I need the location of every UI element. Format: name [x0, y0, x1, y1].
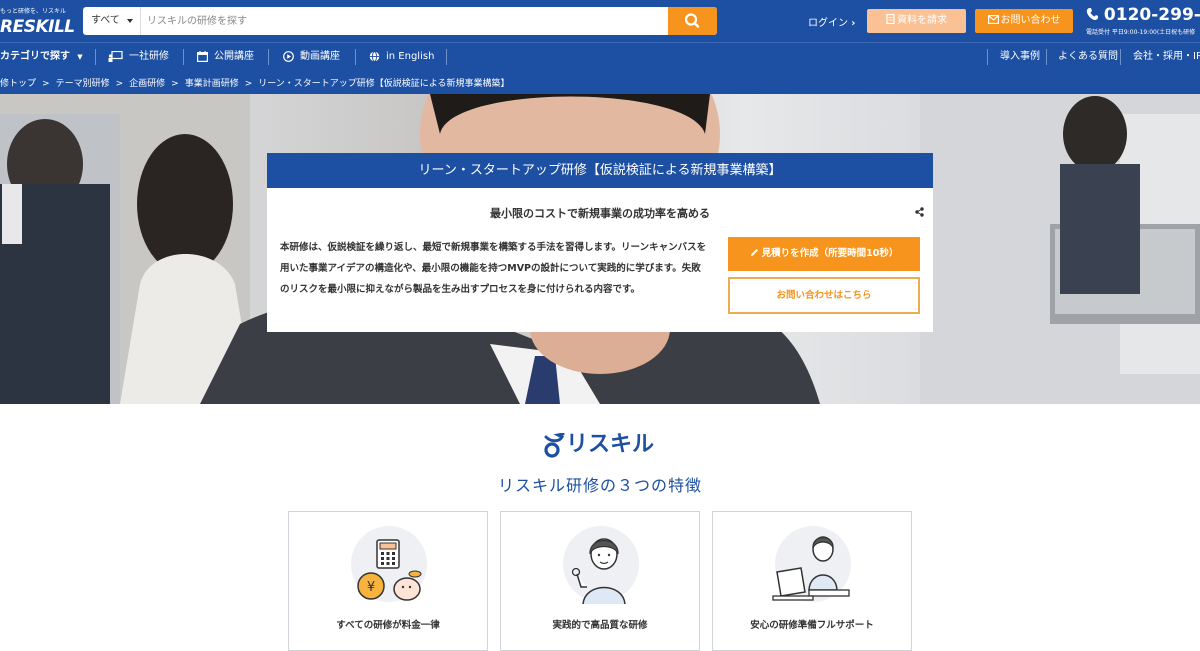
create-estimate-button[interactable]: 見積りを作成（所要時間10秒） — [728, 237, 920, 271]
logo-text: RESKILL — [0, 17, 75, 37]
nav-item-english[interactable]: in English — [369, 43, 434, 71]
play-icon — [283, 50, 294, 62]
phone-icon — [1086, 8, 1098, 20]
reskill-logo-icon — [544, 433, 565, 458]
breadcrumb-separator: > — [42, 79, 50, 89]
breadcrumb-current: リーン・スタートアップ研修【仮説検証による新規事業構築】 — [258, 79, 510, 89]
course-title: リーン・スタートアップ研修【仮説検証による新規事業構築】 — [267, 153, 933, 188]
breadcrumb-item[interactable]: 事業計画研修 — [185, 79, 239, 89]
contact-button[interactable]: お問い合わせ — [975, 9, 1073, 33]
course-summary-card: リーン・スタートアップ研修【仮説検証による新規事業構築】 最小限のコストで新規事… — [267, 153, 933, 332]
document-icon — [886, 13, 895, 25]
features-title: リスキル研修の３つの特徴 — [497, 476, 702, 495]
search-category-select[interactable]: すべて — [83, 7, 141, 35]
login-link[interactable]: ログイン › — [808, 14, 855, 29]
breadcrumb-separator: > — [171, 79, 179, 89]
phone-block[interactable]: 0120-299-19 電話受付 平日9:00-19:00(土日祝も研修 — [1086, 5, 1200, 39]
request-docs-button[interactable]: 資料を請求 — [867, 9, 966, 33]
trainer-ok-icon — [571, 538, 626, 605]
phone-hours: 電話受付 平日9:00-19:00(土日祝も研修 — [1086, 29, 1196, 36]
request-docs-label: 資料を請求 — [897, 15, 947, 26]
presentation-icon — [108, 50, 123, 62]
nav-divider — [355, 49, 356, 65]
nav-item-label: 公開講座 — [214, 51, 254, 62]
mail-icon — [987, 15, 999, 25]
nav-item-case-studies[interactable]: 導入事例 — [1000, 43, 1040, 71]
caret-down-icon — [127, 19, 133, 23]
create-estimate-label: 見積りを作成（所要時間10秒） — [761, 248, 899, 259]
nav-item-label: 一社研修 — [129, 51, 169, 62]
support-staff-icon — [772, 536, 850, 601]
svg-text:¥: ¥ — [367, 580, 375, 595]
feature-card: ¥ すべての研修が料金一律 — [288, 511, 488, 651]
search-icon — [684, 13, 700, 28]
chevron-down-icon: ▼ — [77, 53, 83, 61]
pencil-icon — [750, 249, 758, 256]
logo-tagline: もっと研修を、リスキル — [0, 8, 67, 15]
nav-divider — [1046, 49, 1047, 65]
search-bar: すべて — [83, 7, 717, 35]
nav-item-faq[interactable]: よくある質問 — [1058, 43, 1118, 71]
nav-item-public-course[interactable]: 公開講座 — [197, 43, 254, 71]
nav-divider — [183, 49, 184, 65]
feature-caption: 安心の研修準備フルサポート — [750, 620, 874, 631]
search-button[interactable] — [668, 7, 717, 35]
contact-label: お問い合わせ — [1000, 15, 1061, 26]
main-nav: カテゴリで探す ▼ 一社研修 公開講座 動画講座 in English 導入事例… — [0, 42, 1200, 71]
login-label: ログイン — [808, 18, 848, 29]
breadcrumb-item[interactable]: テーマ別研修 — [56, 79, 110, 89]
inquiry-button[interactable]: お問い合わせはこちら — [728, 277, 920, 314]
breadcrumb-separator: > — [115, 79, 124, 89]
feature-card: 安心の研修準備フルサポート — [712, 511, 912, 651]
reskill-logo[interactable]: もっと研修を、リスキル RESKILL — [0, 4, 75, 38]
nav-divider — [987, 49, 988, 65]
nav-divider — [268, 49, 269, 65]
breadcrumb: 研修トップ > テーマ別研修 > 企画研修 > 事業計画研修 > リーン・スタートアップ研修【仮… — [0, 71, 1200, 94]
site-header: もっと研修を、リスキル RESKILL すべて ログイン › 資料を請求 — [0, 0, 1200, 42]
nav-divider — [1120, 49, 1121, 65]
search-input[interactable] — [143, 7, 667, 35]
globe-icon — [369, 50, 380, 62]
nav-item-label: 動画講座 — [300, 51, 340, 62]
phone-number: 0120-299-19 — [1103, 5, 1200, 25]
nav-item-company[interactable]: 会社・採用・IR — [1133, 43, 1200, 71]
feature-caption: すべての研修が料金一律 — [336, 620, 440, 631]
chevron-right-icon: › — [851, 18, 856, 29]
feature-caption: 実践的で高品質な研修 — [552, 620, 648, 631]
breadcrumb-separator: > — [244, 79, 253, 89]
nav-category-label: カテゴリで探す — [0, 51, 70, 62]
breadcrumb-item[interactable]: 企画研修 — [129, 79, 165, 89]
nav-divider — [446, 49, 447, 65]
nav-item-video-course[interactable]: 動画講座 — [283, 43, 340, 71]
brand-text: リスキル — [566, 432, 655, 457]
share-icon[interactable] — [915, 207, 924, 217]
breadcrumb-item[interactable]: 研修トップ — [0, 79, 36, 89]
nav-item-inhouse-training[interactable]: 一社研修 — [108, 43, 169, 71]
nav-item-label: in English — [386, 51, 435, 62]
hero-section: リーン・スタートアップ研修【仮説検証による新規事業構築】 最小限のコストで新規事… — [0, 94, 1200, 404]
nav-category-search[interactable]: カテゴリで探す ▼ — [0, 43, 83, 71]
course-description: 本研修は、仮説検証を繰り返し、最短で新規事業を構築する手法を習得します。リーンキ… — [280, 242, 707, 295]
calendar-icon — [197, 50, 208, 62]
course-subtitle: 最小限のコストで新規事業の成功率を高める — [490, 207, 710, 220]
calculator-coin-icon: ¥ — [357, 539, 422, 601]
nav-divider — [95, 49, 96, 65]
search-category-label: すべて — [91, 15, 120, 26]
feature-card: 実践的で高品質な研修 — [500, 511, 700, 651]
reskill-brand-mark: リスキル — [540, 430, 662, 460]
